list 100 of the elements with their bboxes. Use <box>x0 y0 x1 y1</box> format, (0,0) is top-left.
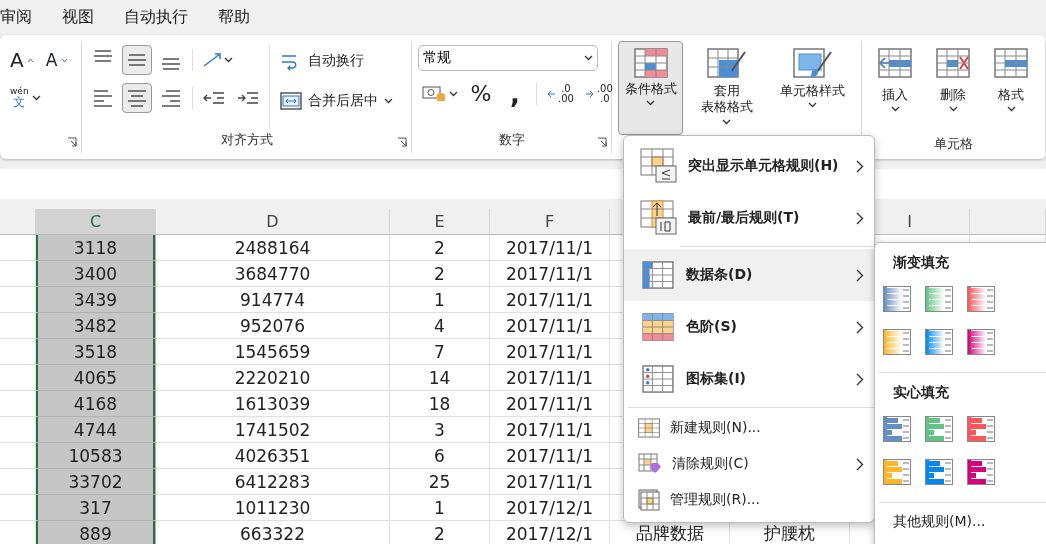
align-center-button[interactable] <box>122 83 152 113</box>
table-cell: 2017/11/1 <box>490 443 610 469</box>
menu-item[interactable]: 新建规则(N)... <box>624 410 874 446</box>
menu-item[interactable]: 数据条(D) <box>624 249 874 301</box>
table-cell: 2488164 <box>156 235 390 261</box>
ribbon-tab[interactable]: 视图 <box>62 7 94 28</box>
solid-data-bar-icon <box>883 459 911 485</box>
phonetic-button[interactable]: wén 文 <box>6 83 45 113</box>
table-cell: 1613039 <box>156 391 390 417</box>
decrease-decimal-button[interactable]: .00 .0 <box>581 79 617 109</box>
menu-item[interactable]: 突出显示单元格规则(H) <box>624 140 874 192</box>
table-cell: 317 <box>36 495 156 521</box>
table-cell: 1 <box>390 495 490 521</box>
data-bar-option[interactable] <box>925 415 953 443</box>
data-bar-option[interactable] <box>967 285 995 313</box>
table-cell: 1011230 <box>156 495 390 521</box>
orientation-icon <box>203 53 221 67</box>
column-header[interactable]: E <box>390 209 490 235</box>
insert-button[interactable]: 插入 <box>868 41 922 135</box>
table-cell: 4 <box>390 313 490 339</box>
gradient-data-bar-icon <box>883 286 911 312</box>
percent-button[interactable]: % <box>466 79 496 109</box>
comma-style-button[interactable]: , <box>500 79 530 109</box>
table-cell: 3 <box>390 417 490 443</box>
delete-cells-icon <box>936 48 970 78</box>
number-format-dropdown[interactable]: 常规 <box>418 45 598 71</box>
table-cell: 14 <box>390 365 490 391</box>
format-button[interactable]: 格式 <box>984 41 1038 135</box>
data-bar-option[interactable] <box>967 328 995 356</box>
data-bar-option[interactable] <box>925 458 953 486</box>
merge-cells-icon <box>280 92 302 110</box>
data-bar-option[interactable] <box>883 285 911 313</box>
table-cell: 3118 <box>36 235 156 261</box>
column-header[interactable]: F <box>490 209 610 235</box>
icon-set-icon <box>640 365 676 393</box>
wrap-text-button[interactable]: 自动换行 <box>276 45 397 77</box>
align-bottom-icon <box>162 58 180 70</box>
cell-style-brush-icon <box>792 48 833 80</box>
section-title: 实心填充 <box>893 384 949 402</box>
ribbon-tab[interactable]: 帮助 <box>218 7 250 28</box>
conditional-style-button[interactable]: 条件格式 <box>618 41 684 135</box>
group-label: 对齐方式 <box>220 131 273 149</box>
align-middle-button[interactable] <box>122 45 152 75</box>
table-cell: 2017/12/1 <box>490 495 610 521</box>
column-header[interactable]: C <box>36 209 156 235</box>
data-bar-option[interactable] <box>925 285 953 313</box>
gradient-data-bar-icon <box>967 286 995 312</box>
menu-item[interactable]: 色阶(S) <box>624 301 874 353</box>
align-top-icon <box>94 50 112 62</box>
menu-item[interactable]: 管理规则(R)... <box>624 482 874 518</box>
table-cell: 2017/11/1 <box>490 391 610 417</box>
table-cell: 3439 <box>36 287 156 313</box>
gradient-data-bar-icon <box>883 329 911 355</box>
table-cell: 2017/11/1 <box>490 261 610 287</box>
table-cell: 4026351 <box>156 443 390 469</box>
dialog-launcher-icon[interactable] <box>397 137 407 147</box>
cell-style-button[interactable]: 单元格样式 <box>770 41 855 135</box>
data-bar-option[interactable] <box>883 458 911 486</box>
menu-item[interactable]: 其他规则(M)... <box>893 513 986 531</box>
dialog-launcher-icon[interactable] <box>597 137 607 147</box>
grow-font-button[interactable]: A <box>6 45 38 75</box>
table-cell: 2017/11/1 <box>490 365 610 391</box>
caret-icon <box>449 91 458 97</box>
column-header[interactable]: D <box>156 209 390 235</box>
align-right-icon <box>162 89 180 107</box>
caret-down-icon <box>60 57 68 63</box>
ribbon-tab[interactable]: 自动执行 <box>124 7 188 28</box>
align-middle-icon <box>128 54 146 66</box>
shrink-font-button[interactable]: A <box>41 45 72 75</box>
solid-data-bar-icon <box>967 416 995 442</box>
table-cell: 33702 <box>36 469 156 495</box>
currency-icon <box>422 86 446 102</box>
data-bar-option[interactable] <box>925 328 953 356</box>
data-bar-option[interactable] <box>967 415 995 443</box>
table-cell: 2017/11/1 <box>490 339 610 365</box>
eraser-grid-icon <box>638 453 662 475</box>
caret-icon <box>890 106 900 113</box>
table-cell: 952076 <box>156 313 390 339</box>
solid-data-bar-icon <box>925 416 953 442</box>
table-style-button[interactable]: 套用 表格格式 <box>687 41 767 135</box>
data-bar-option[interactable] <box>883 415 911 443</box>
section-title: 渐变填充 <box>893 254 949 272</box>
merge-center-button[interactable]: 合并后居中 <box>276 85 397 117</box>
table-cell: 3518 <box>36 339 156 365</box>
table-cell: 1545659 <box>156 339 390 365</box>
manage-rules-icon <box>638 489 660 511</box>
delete-button[interactable]: 删除 <box>926 41 980 135</box>
table-cell: 10583 <box>36 443 156 469</box>
ribbon-tab[interactable]: 审阅 <box>0 7 32 28</box>
table-cell: 7 <box>390 339 490 365</box>
dialog-launcher-icon[interactable] <box>67 137 77 147</box>
insert-cells-icon <box>878 48 912 78</box>
increase-decimal-button[interactable]: .0 .00 <box>543 79 578 109</box>
caret-up-icon <box>26 57 34 63</box>
data-bar-option[interactable] <box>883 328 911 356</box>
menu-item[interactable]: 图标集(I) <box>624 353 874 405</box>
table-cell: 1741502 <box>156 417 390 443</box>
menu-item[interactable]: 清除规则(C) <box>624 446 874 482</box>
solid-data-bar-icon <box>967 459 995 485</box>
data-bar-option[interactable] <box>967 458 995 486</box>
